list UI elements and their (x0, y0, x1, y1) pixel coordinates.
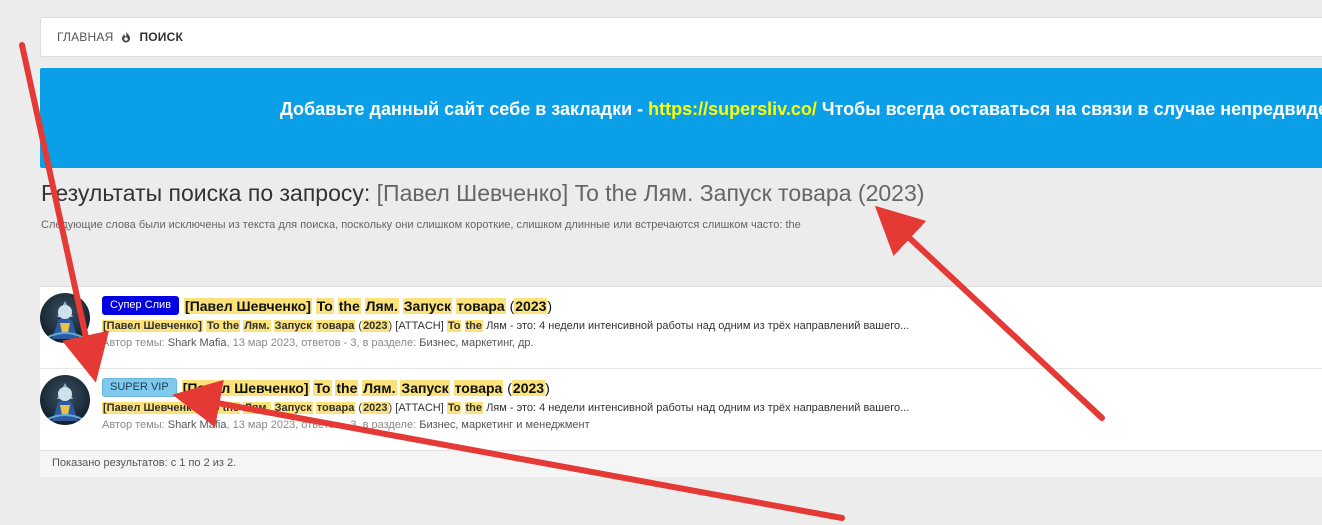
prefix-badge[interactable]: SUPER VIP (102, 378, 177, 397)
search-results: Супер Слив [Павел Шевченко] To the Лям. … (40, 286, 1322, 477)
hl-word: [Павел Шевченко] (184, 297, 312, 314)
result-snippet: [Павел Шевченко] To the Лям. Запуск това… (102, 320, 910, 332)
hl-word: To (313, 379, 332, 396)
hl-word: the (464, 402, 484, 414)
hl-word: товара (453, 379, 504, 396)
result-meta: Автор темы: Shark Mafia, 13 мар 2023, от… (102, 337, 534, 349)
breadcrumb-search[interactable]: Поиск (139, 30, 183, 44)
result-title-text[interactable]: [Павел Шевченко] To the Лям. Запуск това… (181, 379, 550, 396)
flame-icon (121, 31, 131, 43)
hl-word: the (464, 320, 484, 332)
banner-link[interactable]: https://supersliv.co/ (648, 99, 817, 119)
attach-tag: [ATTACH] (395, 402, 444, 414)
hl-word: 2023 (511, 379, 546, 396)
result-meta: Автор темы: Shark Mafia, 13 мар 2023, от… (102, 419, 590, 431)
hl-word: the (335, 379, 359, 396)
meta-date: , 13 мар 2023, ответов - 3, в разделе: (226, 419, 420, 431)
excluded-words-notice: Следующие слова были исключены из текста… (41, 219, 801, 231)
hl-word: To (315, 297, 334, 314)
hl-word: [Павел Шевченко] (102, 402, 203, 414)
author-label: Автор темы: (102, 419, 168, 431)
hl-word: Запуск (273, 402, 313, 414)
hl-word: 2023 (362, 402, 389, 414)
search-query: [Павел Шевченко] To the Лям. Запуск това… (376, 180, 925, 206)
banner-text-before: Добавьте данный сайт себе в закладки - (280, 99, 649, 119)
section-link[interactable]: Бизнес, маркетинг, др. (419, 337, 533, 349)
hl-word: Запуск (402, 297, 453, 314)
hl-word: Лям. (364, 297, 399, 314)
hl-word: Лям. (243, 320, 271, 332)
author-link[interactable]: Shark Mafia (168, 337, 227, 349)
hl-word: [Павел Шевченко] (181, 379, 310, 396)
hl-word: 2023 (362, 320, 389, 332)
breadcrumb-home[interactable]: Главная (57, 30, 113, 44)
hl-word: Запуск (273, 320, 313, 332)
hl-word: 2023 (514, 297, 548, 314)
hl-word: To the (205, 402, 241, 414)
snippet-rest: Лям - это: 4 недели интенсивной работы н… (483, 402, 910, 414)
section-link[interactable]: Бизнес, маркетинг и менеджмент (419, 419, 589, 431)
author-link[interactable]: Shark Mafia (168, 419, 227, 431)
hl-word: Лям. (362, 379, 397, 396)
hl-word: товара (455, 297, 506, 314)
result-item: Супер Слив [Павел Шевченко] To the Лям. … (40, 287, 1322, 368)
meta-date: , 13 мар 2023, ответов - 3, в разделе: (226, 337, 420, 349)
hl-word: the (337, 297, 361, 314)
hl-word: To (446, 320, 462, 332)
banner-message: Добавьте данный сайт себе в закладки - h… (280, 99, 1322, 120)
avatar[interactable] (40, 293, 90, 343)
hl-word: товара (315, 320, 356, 332)
prefix-badge[interactable]: Супер Слив (102, 296, 180, 315)
bookmark-banner: Добавьте данный сайт себе в закладки - h… (40, 68, 1322, 168)
result-item: SUPER VIP [Павел Шевченко] To the Лям. З… (40, 368, 1322, 450)
avatar[interactable] (40, 375, 90, 425)
results-summary: Показано результатов: с 1 по 2 из 2. (40, 450, 1322, 477)
hl-word: To the (205, 320, 241, 332)
author-label: Автор темы: (102, 337, 168, 349)
hl-word: товара (315, 402, 356, 414)
page-title: Результаты поиска по запросу: [Павел Шев… (41, 180, 924, 207)
result-snippet: [Павел Шевченко] To the Лям. Запуск това… (102, 402, 910, 414)
result-title[interactable]: SUPER VIP [Павел Шевченко] To the Лям. З… (102, 378, 550, 397)
hl-word: Лям. (243, 402, 271, 414)
result-title-text[interactable]: [Павел Шевченко] To the Лям. Запуск това… (184, 297, 552, 314)
hl-word: To (446, 402, 462, 414)
breadcrumb: Главная Поиск (40, 17, 1322, 57)
snippet-rest: Лям - это: 4 недели интенсивной работы н… (483, 320, 910, 332)
banner-text-after: Чтобы всегда оставаться на связи в случа… (816, 99, 1322, 119)
hl-word: [Павел Шевченко] (102, 320, 203, 332)
hl-word: Запуск (400, 379, 450, 396)
result-title[interactable]: Супер Слив [Павел Шевченко] To the Лям. … (102, 296, 552, 315)
attach-tag: [ATTACH] (395, 320, 444, 332)
title-prefix: Результаты поиска по запросу: (41, 180, 377, 206)
